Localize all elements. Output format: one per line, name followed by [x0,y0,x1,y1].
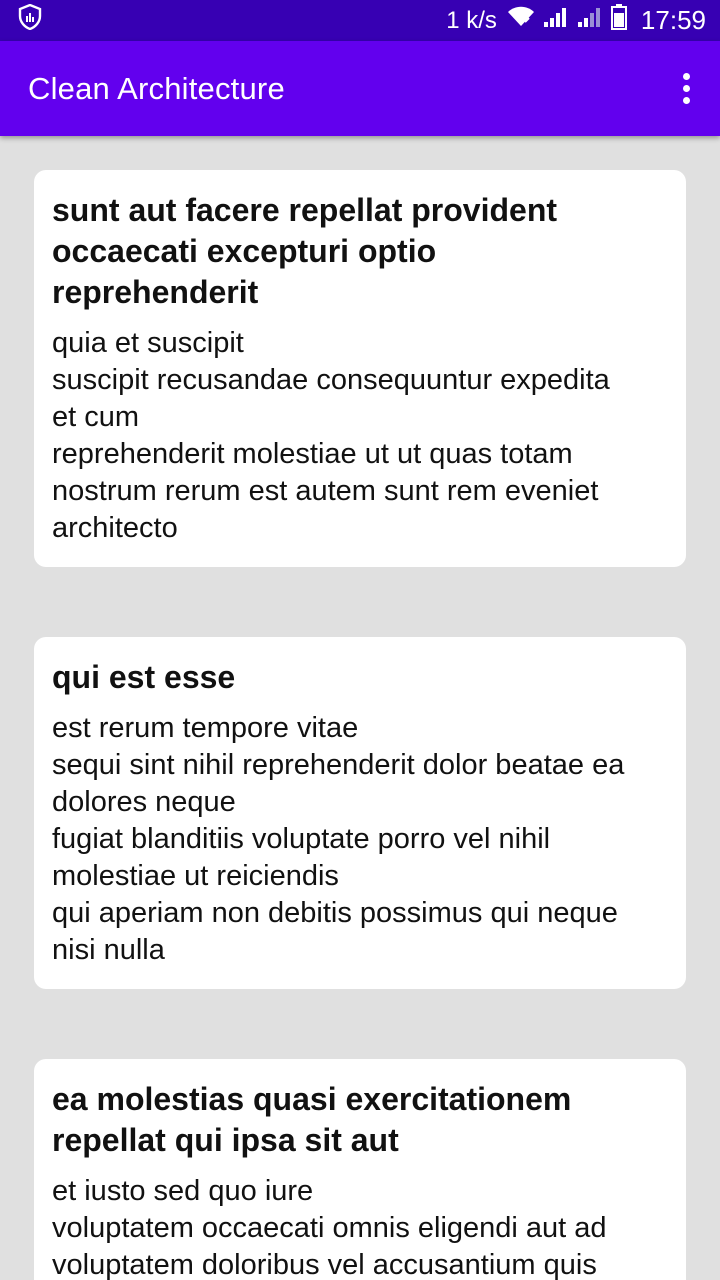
menu-dot [682,73,690,80]
wifi-icon [507,6,535,35]
post-title: qui est esse [52,659,236,695]
post-body: et iusto sed quo iure voluptatem occaeca… [52,1175,607,1280]
app-bar: Clean Architecture [0,41,720,136]
post-card[interactable]: ea molestias quasi exercitationem repell… [34,1059,686,1280]
clock: 17:59 [640,5,706,35]
post-title: ea molestias quasi exercitationem repell… [52,1081,572,1158]
post-card[interactable]: sunt aut facere repellat provident occae… [34,170,686,567]
more-vert-icon[interactable] [674,69,698,109]
post-title: sunt aut facere repellat provident occae… [52,192,558,310]
menu-dot [682,85,690,92]
signal-icon [543,6,569,35]
signal-icon-2 [577,6,603,35]
post-list[interactable]: sunt aut facere repellat provident occae… [0,136,720,1280]
post-body: quia et suscipit suscipit recusandae con… [52,327,610,544]
battery-icon [610,4,627,37]
network-speed: 1 k/s [446,6,497,34]
status-bar: 1 k/s 17:59 [0,0,720,41]
shield-icon [18,3,42,37]
post-card[interactable]: qui est esse est rerum tempore vitae seq… [34,637,686,989]
menu-dot [682,97,690,104]
post-body: est rerum tempore vitae sequi sint nihil… [52,712,625,966]
app-title: Clean Architecture [28,70,285,106]
